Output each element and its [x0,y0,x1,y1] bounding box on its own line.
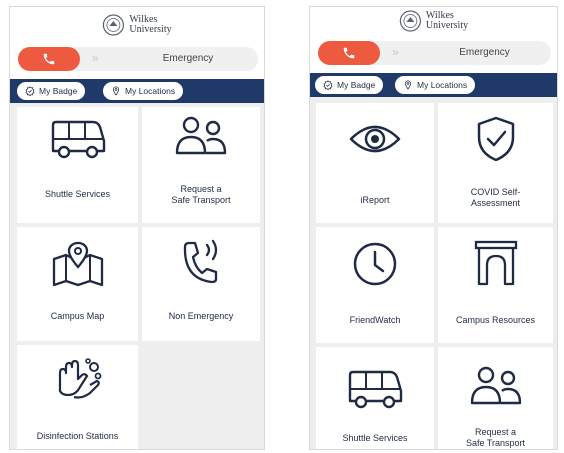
disinfection-stations-label: Disinfection Stations [36,431,119,441]
bus-icon [348,370,403,409]
seal-icon [399,10,421,32]
friendwatch-label: FriendWatch [349,315,401,325]
logo-line-2: University [129,24,172,35]
clock-icon [353,242,397,286]
campus-resources-label: Campus Resources [455,315,536,325]
my-locations-button[interactable]: My Locations [395,76,476,94]
my-locations-label: My Locations [125,86,176,96]
request-line-2: Safe Transport [465,438,526,448]
covid-line-2: Assessment [470,198,521,208]
pin-icon [112,86,120,96]
check-badge-icon [25,86,35,96]
phone-screen-left: Wilkes University » Emergency My Badge M… [9,6,265,450]
ireport-tile[interactable]: iReport [316,103,434,223]
shuttle-services-label: Shuttle Services [44,189,111,199]
people-icon [470,366,521,405]
quick-access-bar: My Badge My Locations [10,79,264,103]
emergency-label: Emergency [162,53,214,64]
app-header: Wilkes University » Emergency [10,7,264,79]
people-icon [175,116,227,155]
my-badge-button[interactable]: My Badge [17,82,86,100]
map-icon [52,241,103,287]
my-locations-button[interactable]: My Locations [103,82,184,100]
friendwatch-tile[interactable]: FriendWatch [316,227,434,343]
campus-resources-tile[interactable]: Campus Resources [438,227,553,343]
covid-self-assessment-tile[interactable]: COVID Self- Assessment [438,103,553,223]
logo-line-2: University [425,20,469,31]
emergency-label: Emergency [459,47,510,58]
slide-arrows: » [392,45,399,59]
phone-icon [43,53,55,65]
university-logo: Wilkes University [399,10,468,32]
quick-access-bar: My Badge My Locations [310,73,557,97]
emergency-call-button[interactable] [18,47,80,71]
eye-icon [349,125,401,153]
app-header: Wilkes University » Emergency [310,7,557,79]
request-line-1: Request a [180,184,222,194]
seal-icon [102,14,124,36]
my-badge-button[interactable]: My Badge [315,76,384,94]
ireport-label: iReport [360,195,390,205]
request-line-1: Request a [474,427,517,437]
emergency-slider[interactable]: » Emergency [318,41,551,65]
pin-icon [404,80,412,90]
arch-icon [474,240,517,286]
shuttle-services-label: Shuttle Services [342,433,408,443]
shield-check-icon [477,116,514,162]
slide-arrows: » [92,51,99,65]
campus-map-label: Campus Map [50,311,105,321]
phone-wave-icon [183,239,218,284]
my-badge-label: My Badge [39,86,78,96]
covid-line-1: COVID Self- [470,187,521,197]
shuttle-services-tile[interactable]: Shuttle Services [316,347,434,449]
emergency-call-button[interactable] [318,41,380,65]
hands-icon [58,358,101,399]
non-emergency-tile[interactable]: Non Emergency [142,227,260,341]
phone-icon [343,47,355,59]
non-emergency-label: Non Emergency [168,311,234,321]
shuttle-services-tile[interactable]: Shuttle Services [17,107,138,223]
check-badge-icon [323,80,333,90]
request-line-2: Safe Transport [171,195,231,205]
university-logo: Wilkes University [102,14,172,36]
request-safe-transport-tile[interactable]: Request a Safe Transport [142,107,260,223]
disinfection-stations-tile[interactable]: Disinfection Stations [17,345,138,449]
request-safe-transport-tile[interactable]: Request a Safe Transport [438,347,553,449]
phone-screen-right: Wilkes University » Emergency My Badge M… [309,6,558,450]
my-badge-label: My Badge [337,80,376,90]
bus-icon [51,120,105,159]
my-locations-label: My Locations [417,80,468,90]
campus-map-tile[interactable]: Campus Map [17,227,138,341]
emergency-slider[interactable]: » Emergency [18,47,258,71]
